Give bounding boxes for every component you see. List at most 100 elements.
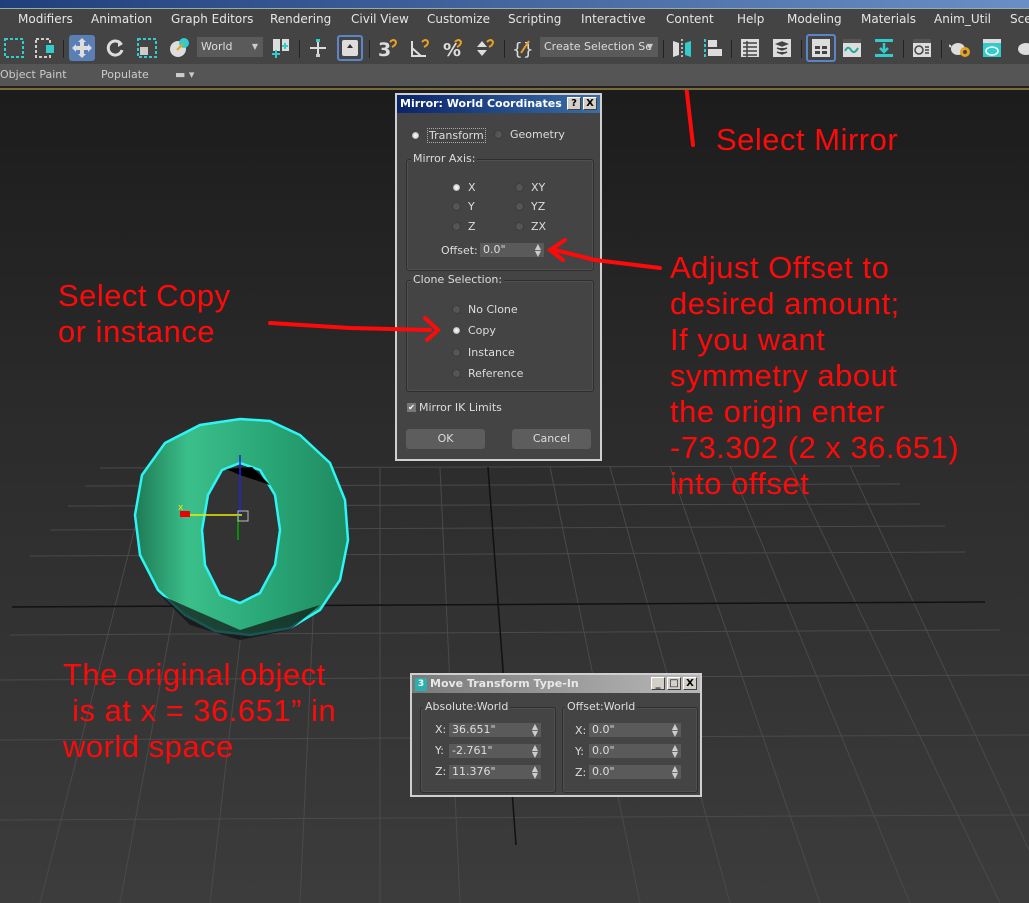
clone-copy-radio[interactable]: Copy xyxy=(452,324,496,337)
reference-coord-dropdown[interactable]: World ▼ xyxy=(197,37,263,57)
scene-explorer-icon[interactable] xyxy=(737,35,763,61)
curve-editor-icon[interactable] xyxy=(839,35,865,61)
keyboard-shortcut-icon[interactable] xyxy=(337,35,363,61)
torus-object[interactable]: x xyxy=(130,415,360,645)
selection-set-dropdown[interactable]: Create Selection Se ▼ xyxy=(540,37,658,57)
mirror-dialog-title-bar[interactable]: Mirror: World Coordinates ? X xyxy=(397,95,600,113)
toolbar-separator xyxy=(663,40,664,58)
close-button[interactable]: X xyxy=(683,677,697,690)
selection-set-value: Create Selection Se xyxy=(544,40,652,53)
offset-world-label: Offset:World xyxy=(565,700,638,713)
offset-label: Offset: xyxy=(441,244,478,257)
material-editor-icon[interactable] xyxy=(909,35,935,61)
mirror-icon[interactable] xyxy=(669,35,695,61)
off-x-spinner[interactable]: 0.0" ▲ ▼ xyxy=(589,723,681,738)
abs-z-label: Z: xyxy=(435,765,447,778)
spinner-arrows-icon[interactable]: ▲ ▼ xyxy=(672,765,678,780)
abs-y-value: -2.761" xyxy=(452,744,493,757)
axis-yz-radio[interactable]: YZ xyxy=(515,200,545,213)
axis-z-radio[interactable]: Z xyxy=(452,220,476,233)
off-z-spinner[interactable]: 0.0" ▲ ▼ xyxy=(589,765,681,780)
move-dialog-title: Move Transform Type-In xyxy=(430,677,579,690)
menu-interactive[interactable]: Interactive xyxy=(581,12,646,26)
axis-x-radio[interactable]: X xyxy=(452,181,476,194)
ribbon-tab-object-paint[interactable]: Object Paint xyxy=(0,68,67,81)
checkmark-icon: ✔ xyxy=(407,403,416,412)
pivot-center-icon[interactable] xyxy=(268,35,294,61)
spinner-arrows-icon[interactable]: ▲ ▼ xyxy=(535,243,541,258)
menu-modeling[interactable]: Modeling xyxy=(787,12,842,26)
mirror-ik-limits-checkbox[interactable]: ✔ Mirror IK Limits xyxy=(407,401,502,414)
app-logo-icon: 3 xyxy=(415,677,427,691)
axis-zx-label: ZX xyxy=(531,220,547,233)
menu-graph-editors[interactable]: Graph Editors xyxy=(171,12,253,26)
menu-rendering[interactable]: Rendering xyxy=(270,12,331,26)
offset-spinner[interactable]: 0.0" ▲ ▼ xyxy=(480,243,544,258)
scale-icon[interactable] xyxy=(134,35,160,61)
mode-transform-label: Transform xyxy=(427,128,486,143)
off-x-label: X: xyxy=(575,724,587,737)
place-icon[interactable] xyxy=(166,35,192,61)
render-icon[interactable] xyxy=(1011,35,1029,61)
window-crossing-icon[interactable] xyxy=(32,35,58,61)
rendered-frame-icon[interactable] xyxy=(979,35,1005,61)
menu-civil-view[interactable]: Civil View xyxy=(351,12,409,26)
cancel-button[interactable]: Cancel xyxy=(512,429,591,449)
radio-unselected-icon xyxy=(494,130,503,139)
abs-z-spinner[interactable]: 11.376" ▲ ▼ xyxy=(449,765,541,780)
axis-zx-radio[interactable]: ZX xyxy=(515,220,546,233)
menu-anim-util[interactable]: Anim_Util xyxy=(934,12,991,26)
radio-unselected-icon xyxy=(515,183,524,192)
help-button[interactable]: ? xyxy=(567,97,581,110)
ribbon-tab-populate[interactable]: Populate xyxy=(101,68,149,81)
menu-animation[interactable]: Animation xyxy=(91,12,152,26)
axis-y-radio[interactable]: Y xyxy=(452,200,475,213)
align-icon[interactable] xyxy=(700,35,726,61)
move-dialog-title-bar[interactable]: 3 Move Transform Type-In _ □ X xyxy=(412,675,700,693)
edit-named-sets-icon[interactable]: {} xyxy=(509,35,535,61)
spinner-snap-icon[interactable] xyxy=(472,35,498,61)
rotate-icon[interactable] xyxy=(102,35,128,61)
percent-snap-icon[interactable]: % xyxy=(440,35,466,61)
move-icon[interactable] xyxy=(69,35,95,61)
clone-none-radio[interactable]: No Clone xyxy=(452,303,518,316)
menu-help[interactable]: Help xyxy=(737,12,764,26)
mode-geometry-radio[interactable]: Geometry xyxy=(494,128,565,141)
abs-x-spinner[interactable]: 36.651" ▲ ▼ xyxy=(449,723,541,738)
menu-modifiers[interactable]: Modifiers xyxy=(18,12,73,26)
spinner-arrows-icon[interactable]: ▲ ▼ xyxy=(672,723,678,738)
gizmo-x-label: x xyxy=(178,503,184,513)
spinner-arrows-icon[interactable]: ▲ ▼ xyxy=(532,723,538,738)
axis-xy-radio[interactable]: XY xyxy=(515,181,545,194)
ok-button[interactable]: OK xyxy=(406,429,485,449)
spinner-arrows-icon[interactable]: ▲ ▼ xyxy=(532,744,538,759)
main-toolbar: World▼ 3 % {} Create Selection Se▼ xyxy=(0,32,1029,64)
menu-content[interactable]: Content xyxy=(666,12,714,26)
off-y-spinner[interactable]: 0.0" ▲ ▼ xyxy=(589,744,681,759)
minimize-button[interactable]: _ xyxy=(651,677,665,690)
clone-reference-radio[interactable]: Reference xyxy=(452,367,523,380)
maximize-button[interactable]: □ xyxy=(667,677,681,690)
spinner-arrows-icon[interactable]: ▲ ▼ xyxy=(672,744,678,759)
abs-y-spinner[interactable]: -2.761" ▲ ▼ xyxy=(449,744,541,759)
render-setup-icon[interactable] xyxy=(947,35,973,61)
menu-scene[interactable]: Sce xyxy=(1010,12,1029,26)
select-manipulate-icon[interactable] xyxy=(305,35,331,61)
perspective-viewport[interactable]: x Mirror: World Coordinates ? X Transfor… xyxy=(0,90,1029,903)
ribbon-options-icon[interactable]: ▬ ▾ xyxy=(175,68,194,81)
close-button[interactable]: X xyxy=(583,97,597,110)
menu-customize[interactable]: Customize xyxy=(427,12,490,26)
mode-transform-radio[interactable]: Transform xyxy=(411,128,486,143)
ribbon-toggle-icon[interactable] xyxy=(806,34,836,62)
rect-select-icon[interactable] xyxy=(1,35,27,61)
toolbar-separator xyxy=(63,40,64,58)
schematic-icon[interactable] xyxy=(871,35,897,61)
layer-explorer-icon[interactable] xyxy=(769,35,795,61)
spinner-arrows-icon[interactable]: ▲ ▼ xyxy=(532,765,538,780)
mirror-dialog-title: Mirror: World Coordinates xyxy=(400,97,562,110)
clone-instance-radio[interactable]: Instance xyxy=(452,346,515,359)
angle-snap-icon[interactable] xyxy=(407,35,433,61)
menu-materials[interactable]: Materials xyxy=(861,12,916,26)
menu-scripting[interactable]: Scripting xyxy=(508,12,561,26)
snap-3d-icon[interactable]: 3 xyxy=(375,35,401,61)
